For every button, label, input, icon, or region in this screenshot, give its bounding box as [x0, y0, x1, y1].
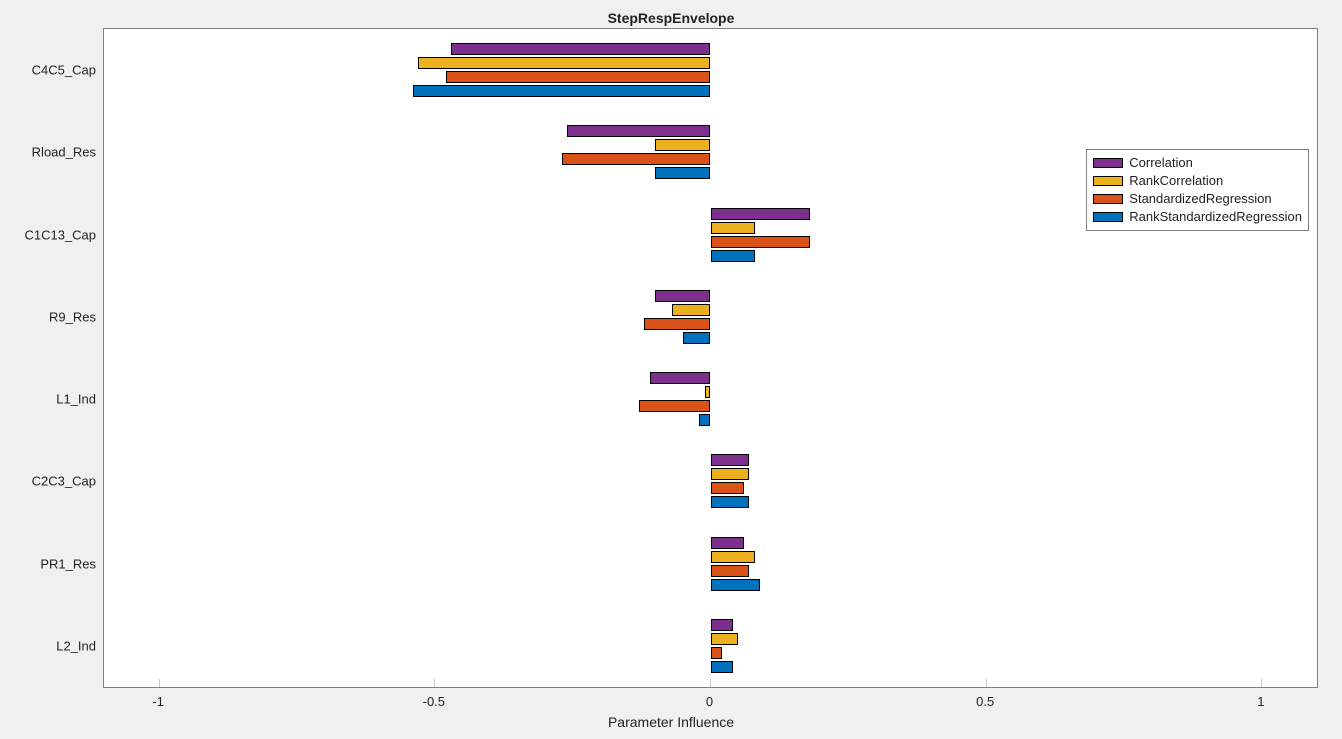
legend-swatch: [1093, 176, 1123, 186]
bar: [711, 537, 744, 549]
legend-item: Correlation: [1093, 154, 1302, 172]
bar: [644, 318, 710, 330]
bar: [711, 454, 750, 466]
x-tick-label: 0: [706, 694, 713, 709]
y-tick-label: PR1_Res: [40, 556, 96, 571]
bar: [711, 222, 755, 234]
x-tick: [434, 679, 435, 687]
bar: [711, 551, 755, 563]
bar: [711, 250, 755, 262]
bar: [562, 153, 711, 165]
bar: [711, 208, 810, 220]
legend-item: RankCorrelation: [1093, 172, 1302, 190]
bar: [418, 57, 710, 69]
legend-item: RankStandardizedRegression: [1093, 208, 1302, 226]
x-tick: [986, 679, 987, 687]
bar: [650, 372, 711, 384]
bar: [567, 125, 710, 137]
bar: [446, 71, 711, 83]
bar: [639, 400, 711, 412]
y-tick-label: L2_Ind: [56, 638, 96, 653]
y-tick-label: L1_Ind: [56, 392, 96, 407]
bar: [711, 468, 750, 480]
bar: [699, 414, 710, 426]
x-tick: [710, 679, 711, 687]
matlab-figure: StepRespEnvelope C4C5_CapRload_ResC1C13_…: [0, 0, 1342, 739]
bar: [711, 236, 810, 248]
x-axis-label: Parameter Influence: [0, 714, 1342, 730]
bar: [711, 619, 733, 631]
bar: [655, 167, 710, 179]
y-tick-label: Rload_Res: [32, 145, 96, 160]
x-tick: [1261, 679, 1262, 687]
bar: [711, 482, 744, 494]
bar: [711, 565, 750, 577]
x-tick-label: -1: [152, 694, 164, 709]
bar: [451, 43, 710, 55]
y-tick-label: C4C5_Cap: [32, 63, 96, 78]
bar: [655, 290, 710, 302]
bar: [655, 139, 710, 151]
legend-swatch: [1093, 212, 1123, 222]
legend: CorrelationRankCorrelationStandardizedRe…: [1086, 149, 1309, 231]
x-tick: [159, 679, 160, 687]
legend-swatch: [1093, 194, 1123, 204]
x-tick-label-row: -1 -0.5 0 0.5 1: [103, 694, 1318, 712]
legend-label: Correlation: [1129, 154, 1193, 172]
y-tick-label: C1C13_Cap: [24, 227, 96, 242]
bar: [413, 85, 711, 97]
bar: [711, 579, 761, 591]
bar: [683, 332, 711, 344]
chart-title: StepRespEnvelope: [0, 10, 1342, 26]
legend-label: RankCorrelation: [1129, 172, 1223, 190]
plot-area: C4C5_CapRload_ResC1C13_CapR9_ResL1_IndC2…: [103, 28, 1318, 688]
bar: [672, 304, 711, 316]
bar: [705, 386, 711, 398]
x-tick-label: -0.5: [423, 694, 445, 709]
legend-label: StandardizedRegression: [1129, 190, 1271, 208]
bar: [711, 496, 750, 508]
legend-item: StandardizedRegression: [1093, 190, 1302, 208]
legend-swatch: [1093, 158, 1123, 168]
bar: [711, 633, 739, 645]
legend-label: RankStandardizedRegression: [1129, 208, 1302, 226]
bar: [711, 661, 733, 673]
x-tick-label: 1: [1257, 694, 1264, 709]
bar: [711, 647, 722, 659]
y-tick-label: C2C3_Cap: [32, 474, 96, 489]
y-tick-label: R9_Res: [49, 309, 96, 324]
x-tick-label: 0.5: [976, 694, 994, 709]
